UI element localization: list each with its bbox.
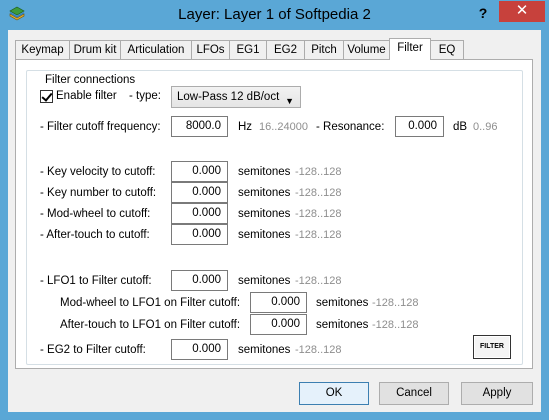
enable-filter-checkbox[interactable] (40, 90, 53, 103)
after-touch-lfo1-unit: semitones (316, 319, 369, 331)
apply-button[interactable]: Apply (461, 382, 533, 405)
key-velocity-unit: semitones (238, 166, 291, 178)
eg2-cutoff-unit: semitones (238, 344, 291, 356)
after-touch-range: -128..128 (295, 229, 342, 241)
dialog-window: Layer: Layer 1 of Softpedia 2 ? ✕ Keymap… (0, 0, 549, 420)
key-number-label: - Key number to cutoff: (40, 187, 157, 199)
cutoff-range: 16..24000 (259, 121, 308, 133)
cancel-button[interactable]: Cancel (379, 382, 449, 405)
tab-keymap[interactable]: Keymap (15, 40, 70, 59)
tab-eg2[interactable]: EG2 (266, 40, 305, 59)
key-number-field[interactable]: 0.000 (171, 182, 228, 203)
eg2-cutoff-field[interactable]: 0.000 (171, 339, 228, 360)
after-touch-lfo1-range: -128..128 (372, 319, 419, 331)
tab-eq[interactable]: EQ (430, 40, 464, 59)
mod-wheel-lfo1-label: Mod-wheel to LFO1 on Filter cutoff: (60, 297, 241, 309)
mod-wheel-lfo1-field[interactable]: 0.000 (250, 292, 307, 313)
cutoff-label: - Filter cutoff frequency: (40, 121, 161, 133)
mod-wheel-lfo1-range: -128..128 (372, 297, 419, 309)
after-touch-field[interactable]: 0.000 (171, 224, 228, 245)
dialog-client: Keymap Drum kit Articulation LFOs EG1 EG… (8, 30, 541, 412)
enable-filter-label: Enable filter (56, 90, 117, 102)
resonance-label: - Resonance: (316, 121, 385, 133)
tab-articulation[interactable]: Articulation (120, 40, 192, 59)
after-touch-unit: semitones (238, 229, 291, 241)
after-touch-lfo1-label: After-touch to LFO1 on Filter cutoff: (60, 319, 241, 331)
mod-wheel-range: -128..128 (295, 208, 342, 220)
key-number-range: -128..128 (295, 187, 342, 199)
after-touch-label: - After-touch to cutoff: (40, 229, 150, 241)
after-touch-lfo1-field[interactable]: 0.000 (250, 314, 307, 335)
resonance-field[interactable]: 0.000 (395, 116, 444, 137)
cutoff-unit: Hz (238, 121, 253, 133)
mod-wheel-label: - Mod-wheel to cutoff: (40, 208, 151, 220)
key-number-unit: semitones (238, 187, 291, 199)
separator (37, 255, 514, 256)
resonance-range: 0..96 (473, 121, 498, 133)
lfo1-cutoff-range: -128..128 (295, 275, 342, 287)
separator (37, 147, 514, 148)
help-button[interactable]: ? (470, 4, 496, 22)
key-velocity-label: - Key velocity to cutoff: (40, 166, 156, 178)
filter-tab-panel: Filter connections Enable filter - type:… (15, 59, 533, 369)
filter-type-select[interactable]: Low-Pass 12 dB/oct ▼ (171, 86, 301, 108)
eg2-cutoff-range: -128..128 (295, 344, 342, 356)
tab-eg1[interactable]: EG1 (229, 40, 267, 59)
lfo1-cutoff-field[interactable]: 0.000 (171, 270, 228, 291)
tab-lfos[interactable]: LFOs (191, 40, 230, 59)
filter-display-button[interactable]: FILTER (473, 335, 511, 359)
mod-wheel-field[interactable]: 0.000 (171, 203, 228, 224)
key-velocity-range: -128..128 (295, 166, 342, 178)
tab-pitch[interactable]: Pitch (304, 40, 344, 59)
ok-button[interactable]: OK (299, 382, 369, 405)
window-title: Layer: Layer 1 of Softpedia 2 (178, 6, 371, 23)
tab-volume[interactable]: Volume (343, 40, 390, 59)
close-button[interactable]: ✕ (499, 1, 545, 22)
filter-type-value: Low-Pass 12 dB/oct (177, 91, 280, 103)
lfo1-cutoff-unit: semitones (238, 275, 291, 287)
resonance-unit: dB (453, 121, 468, 133)
eg2-cutoff-label: - EG2 to Filter cutoff: (40, 344, 146, 356)
mod-wheel-lfo1-unit: semitones (316, 297, 369, 309)
filter-type-label: - type: (129, 90, 161, 102)
key-velocity-field[interactable]: 0.000 (171, 161, 228, 182)
cutoff-field[interactable]: 8000.0 (171, 116, 228, 137)
tab-filter[interactable]: Filter (389, 38, 431, 60)
lfo1-cutoff-label: - LFO1 to Filter cutoff: (40, 275, 152, 287)
mod-wheel-unit: semitones (238, 208, 291, 220)
title-bar[interactable]: Layer: Layer 1 of Softpedia 2 ? ✕ (0, 0, 549, 30)
filter-connections-group: Filter connections Enable filter - type:… (26, 70, 523, 365)
tab-drum-kit[interactable]: Drum kit (69, 40, 121, 59)
group-title: Filter connections (43, 74, 138, 86)
chevron-down-icon: ▼ (285, 96, 294, 106)
